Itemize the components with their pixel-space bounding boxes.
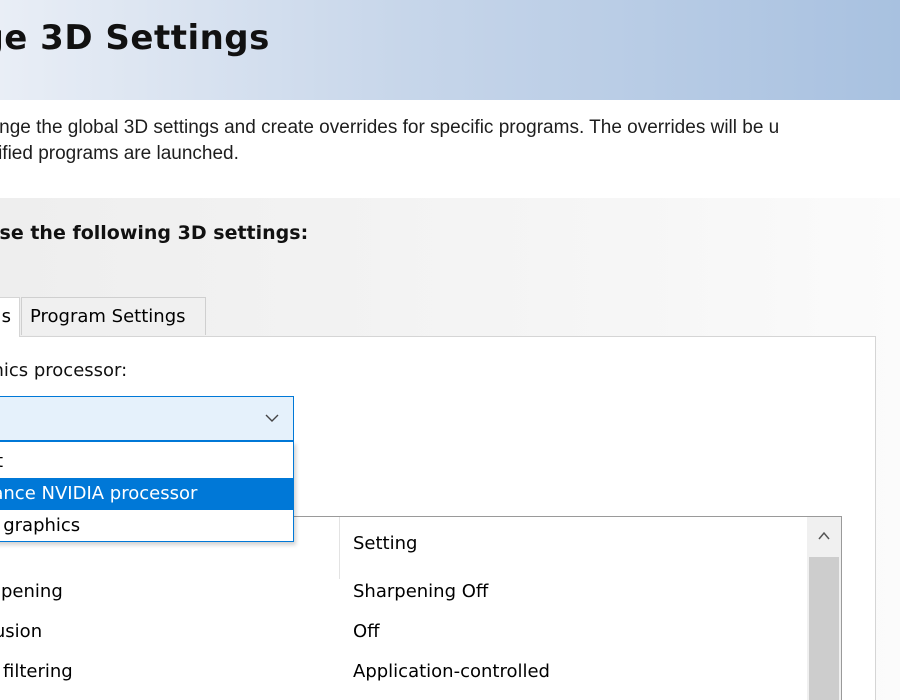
setting-value: Application-controlled xyxy=(353,661,550,682)
table-row[interactable]: pening Sharpening Off xyxy=(0,573,841,613)
dropdown-option-integrated-graphics[interactable]: ed graphics xyxy=(0,510,293,542)
scrollbar-thumb[interactable] xyxy=(809,557,839,700)
column-header-setting[interactable]: Setting xyxy=(353,533,417,554)
tab-program-settings-label: Program Settings xyxy=(30,306,186,327)
vertical-scrollbar[interactable] xyxy=(807,517,841,700)
tab-global-settings[interactable]: s xyxy=(0,297,20,337)
description-line-2: ecified programs are launched. xyxy=(0,143,239,164)
feature-name: pening xyxy=(1,581,63,602)
setting-value: Sharpening Off xyxy=(353,581,489,602)
graphics-processor-select[interactable] xyxy=(0,396,294,441)
tab-program-settings[interactable]: Program Settings xyxy=(21,297,206,335)
page-title: age 3D Settings xyxy=(0,18,270,58)
chevron-down-icon[interactable] xyxy=(263,409,281,427)
graphics-processor-label: aphics processor: xyxy=(0,360,128,381)
description-line-1: hange the global 3D settings and create … xyxy=(0,117,780,138)
feature-name: filtering xyxy=(3,661,73,682)
chevron-up-icon xyxy=(818,531,830,540)
page-description: hange the global 3D settings and create … xyxy=(0,115,779,167)
header-banner: age 3D Settings xyxy=(0,0,900,100)
settings-table: Setting pening Sharpening Off clusion Of… xyxy=(0,516,842,700)
scroll-up-button[interactable] xyxy=(807,517,841,557)
feature-name: clusion xyxy=(0,621,43,642)
setting-value: Off xyxy=(353,621,380,642)
section-heading: use the following 3D settings: xyxy=(0,222,309,244)
tab-global-settings-label: s xyxy=(1,306,11,327)
graphics-processor-dropdown: ect rformance NVIDIA processor ed graphi… xyxy=(0,441,294,542)
nvidia-control-panel-page: age 3D Settings hange the global 3D sett… xyxy=(0,0,900,700)
dropdown-option-high-performance-nvidia[interactable]: rformance NVIDIA processor xyxy=(0,478,293,510)
column-separator[interactable] xyxy=(339,517,340,579)
table-row[interactable]: filtering Application-controlled xyxy=(0,653,841,693)
dropdown-option-auto-select[interactable]: ect xyxy=(0,446,293,478)
table-row[interactable]: clusion Off xyxy=(0,613,841,653)
